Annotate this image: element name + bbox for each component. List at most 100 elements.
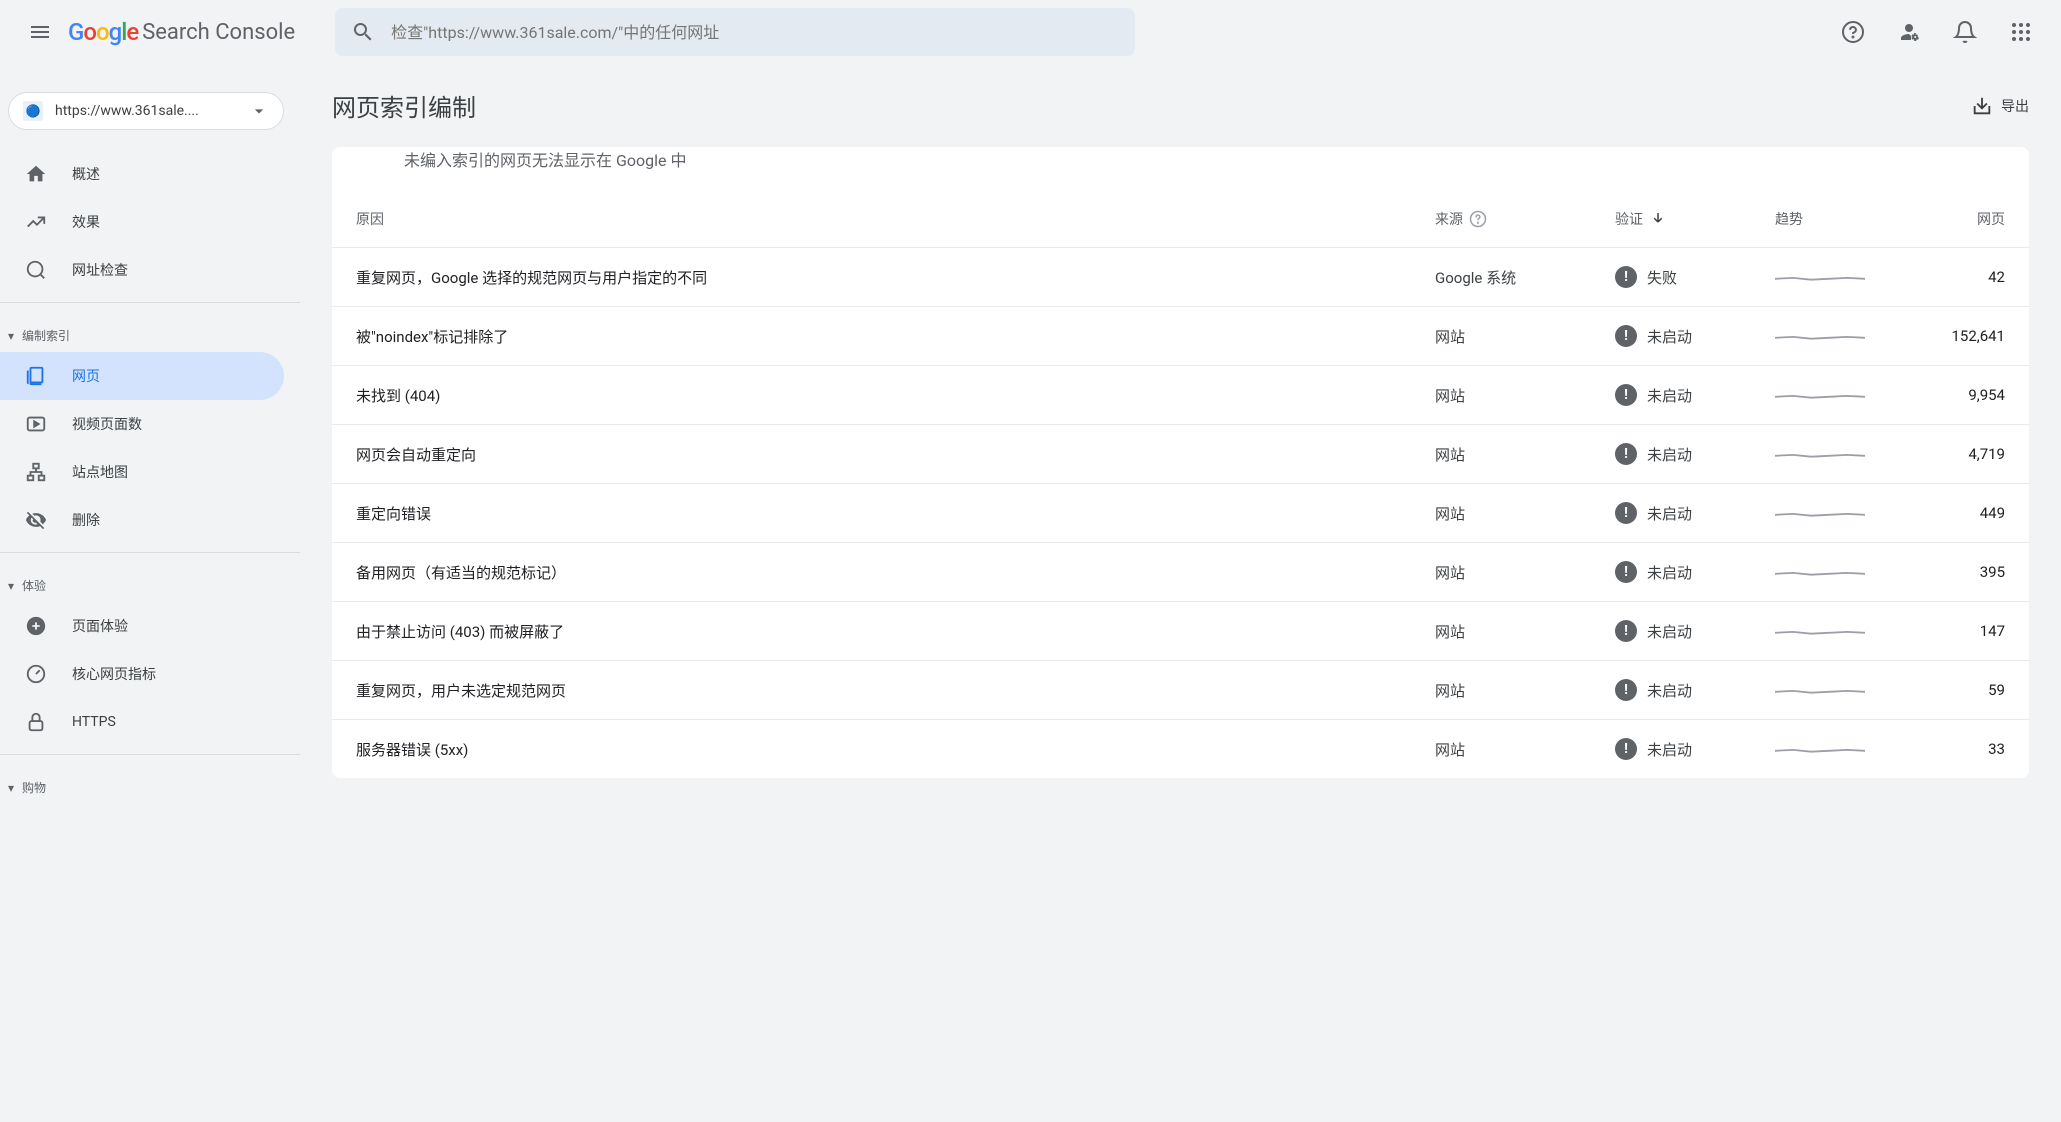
row-reason: 备用网页（有适当的规范标记） [356,562,1435,583]
sidebar-item-page-experience[interactable]: 页面体验 [0,602,284,650]
row-trend [1775,444,1915,464]
row-validate: ! 未启动 [1615,738,1775,760]
table-row[interactable]: 被"noindex"标记排除了网站!未启动152,641 [332,307,2029,366]
apps-grid-icon [2009,20,2033,44]
sidebar-item-label: 视频页面数 [72,414,142,434]
row-trend [1775,267,1915,287]
sidebar-item-core-web-vitals[interactable]: 核心网页指标 [0,650,284,698]
export-button[interactable]: 导出 [1971,95,2029,117]
sidebar-item-url-inspection[interactable]: 网址检查 [0,246,284,294]
lock-icon [24,711,48,733]
status-label: 未启动 [1647,326,1692,347]
sidebar-item-video-pages[interactable]: 视频页面数 [0,400,284,448]
row-pages: 59 [1915,681,2005,699]
row-trend [1775,326,1915,346]
visibility-off-icon [24,509,48,531]
property-favicon: 🔵 [23,101,43,121]
sidebar-section-experience[interactable]: ▾ 体验 [0,561,300,602]
row-source: 网站 [1435,503,1615,524]
dropdown-arrow-icon [249,101,269,121]
pages-icon [24,365,48,387]
alert-icon: ! [1615,620,1637,642]
column-pages[interactable]: 网页 [1915,209,2005,229]
section-label: 购物 [22,779,46,796]
chevron-down-icon: ▾ [8,329,14,343]
reasons-card: 未编入索引的网页无法显示在 Google 中 原因 来源 验证 趋势 网页 重复… [332,147,2029,778]
hamburger-menu-button[interactable] [16,8,64,56]
row-pages: 395 [1915,563,2005,581]
property-label: https://www.361sale.... [55,103,237,119]
row-trend [1775,562,1915,582]
apps-button[interactable] [1997,8,2045,56]
sidebar-section-indexing[interactable]: ▾ 编制索引 [0,311,300,352]
info-text: 未编入索引的网页无法显示在 Google 中 [404,147,686,171]
help-icon [1469,210,1487,228]
property-selector[interactable]: 🔵 https://www.361sale.... [8,92,284,130]
row-source: 网站 [1435,621,1615,642]
column-validate[interactable]: 验证 [1615,209,1775,229]
sidebar-section-shopping[interactable]: ▾ 购物 [0,763,300,804]
row-source: 网站 [1435,562,1615,583]
row-validate: !未启动 [1615,325,1775,347]
export-label: 导出 [2001,96,2029,116]
product-logo[interactable]: Google Search Console [68,18,295,46]
row-trend [1775,621,1915,641]
table-row[interactable]: 服务器错误 (5xx)网站!未启动33 [332,720,2029,778]
row-trend [1775,503,1915,523]
sidebar-item-label: 概述 [72,164,100,184]
section-label: 编制索引 [22,327,70,344]
table-row[interactable]: 网页会自动重定向网站!未启动4,719 [332,425,2029,484]
sidebar-item-sitemaps[interactable]: 站点地图 [0,448,284,496]
help-button[interactable] [1829,8,1877,56]
sidebar-item-overview[interactable]: 概述 [0,150,284,198]
table-row[interactable]: 由于禁止访问 (403) 而被屏蔽了网站!未启动147 [332,602,2029,661]
row-trend [1775,385,1915,405]
sparkline-icon [1775,562,1865,582]
row-reason: 网页会自动重定向 [356,444,1435,465]
row-pages: 9,954 [1915,386,2005,404]
sidebar: 🔵 https://www.361sale.... 概述 效果 网址检查 ▾ 编… [0,64,300,1122]
column-reason[interactable]: 原因 [356,209,1435,229]
column-source[interactable]: 来源 [1435,209,1615,229]
sidebar-item-pages[interactable]: 网页 [0,352,284,400]
table-row[interactable]: 重复网页，Google 选择的规范网页与用户指定的不同Google 系统!失败4… [332,248,2029,307]
search-input[interactable] [391,23,1119,42]
row-reason: 重定向错误 [356,503,1435,524]
row-trend [1775,739,1915,759]
sparkline-icon [1775,326,1865,346]
status-label: 未启动 [1647,739,1692,760]
row-source: 网站 [1435,444,1615,465]
bell-icon [1953,20,1977,44]
sidebar-item-https[interactable]: HTTPS [0,698,284,746]
video-icon [24,413,48,435]
table-row[interactable]: 未找到 (404)网站!未启动9,954 [332,366,2029,425]
user-settings-button[interactable] [1885,8,1933,56]
notifications-button[interactable] [1941,8,1989,56]
sparkline-icon [1775,385,1865,405]
sidebar-item-removals[interactable]: 删除 [0,496,284,544]
row-reason: 重复网页，Google 选择的规范网页与用户指定的不同 [356,267,1435,288]
page-title: 网页索引编制 [332,88,1971,123]
sidebar-item-label: 效果 [72,212,100,232]
product-name: Search Console [142,20,295,45]
row-source: 网站 [1435,326,1615,347]
sidebar-item-performance[interactable]: 效果 [0,198,284,246]
table-row[interactable]: 备用网页（有适当的规范标记）网站!未启动395 [332,543,2029,602]
column-trend[interactable]: 趋势 [1775,209,1915,229]
status-label: 未启动 [1647,444,1692,465]
sidebar-item-label: 站点地图 [72,462,128,482]
row-pages: 152,641 [1915,327,2005,345]
row-pages: 42 [1915,268,2005,286]
search-icon [351,20,375,44]
row-validate: !未启动 [1615,443,1775,465]
alert-icon: ! [1615,738,1637,760]
download-icon [1971,95,1993,117]
url-inspection-search[interactable] [335,8,1135,56]
status-label: 未启动 [1647,621,1692,642]
sidebar-item-label: 核心网页指标 [72,664,156,684]
sparkline-icon [1775,680,1865,700]
table-row[interactable]: 重定向错误网站!未启动449 [332,484,2029,543]
table-row[interactable]: 重复网页，用户未选定规范网页网站!未启动59 [332,661,2029,720]
circle-plus-icon [24,615,48,637]
row-pages: 33 [1915,740,2005,758]
